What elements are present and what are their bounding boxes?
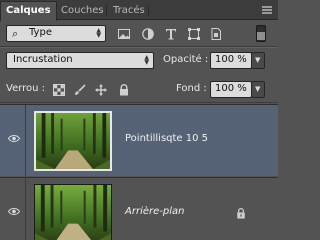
layer-thumbnail[interactable] <box>34 111 112 171</box>
visibility-toggle[interactable] <box>0 178 26 240</box>
eye-icon <box>8 135 20 142</box>
layer-row-selected[interactable]: Pointillisqte 10 5 <box>0 104 278 176</box>
tab-traces[interactable]: Tracés <box>108 2 150 20</box>
search-icon: ⌕ <box>12 27 19 40</box>
adjustment-filter-icon[interactable] <box>142 28 154 40</box>
text-filter-icon[interactable] <box>165 28 177 40</box>
smart-object-filter-icon[interactable] <box>210 28 222 40</box>
opacity-label: Opacité : <box>163 54 209 65</box>
divider <box>0 47 278 48</box>
forest-path-thumbnail-image <box>35 185 111 240</box>
tab-separator <box>148 5 149 16</box>
filter-toggle-switch[interactable] <box>256 25 266 42</box>
blend-mode-select[interactable]: Incrustation ▲ ▼ <box>6 52 154 69</box>
opacity-dropdown-button[interactable]: ▼ <box>251 52 265 69</box>
tab-separator <box>106 5 107 16</box>
opacity-value: 100 % <box>215 54 247 65</box>
panel-tab-bar: Calques Couches Tracés <box>0 0 278 21</box>
layer-filter-select[interactable]: ⌕ Type ▲ ▼ <box>6 25 106 42</box>
lock-transparent-pixels-icon[interactable] <box>53 84 65 96</box>
eye-icon <box>8 208 20 215</box>
fill-dropdown-button[interactable]: ▼ <box>251 81 265 98</box>
lock-all-icon[interactable] <box>118 84 130 96</box>
layer-row-background[interactable]: Arrière-plan <box>0 177 278 240</box>
tab-calques[interactable]: Calques <box>0 1 57 21</box>
layer-thumbnail[interactable] <box>34 184 112 240</box>
select-arrows-icon: ▲ ▼ <box>144 54 149 66</box>
layer-name[interactable]: Pointillisqte 10 5 <box>125 133 208 144</box>
lock-label: Verrou : <box>6 83 46 94</box>
fill-field[interactable]: 100 % <box>210 81 252 98</box>
chevron-down-icon: ▼ <box>255 85 261 93</box>
tab-couches[interactable]: Couches <box>56 2 109 20</box>
forest-path-thumbnail-image <box>36 113 110 169</box>
blend-mode-value: Incrustation <box>13 54 73 65</box>
shape-filter-icon[interactable] <box>188 28 200 40</box>
fill-value: 100 % <box>215 83 247 94</box>
layer-filter-value: Type <box>29 27 52 38</box>
lock-icon <box>237 208 245 219</box>
fill-label: Fond : <box>176 83 207 94</box>
chevron-down-icon: ▼ <box>255 56 261 64</box>
divider <box>0 102 278 103</box>
panel-menu-icon[interactable] <box>262 6 272 14</box>
lock-image-pixels-brush-icon[interactable] <box>74 84 86 96</box>
lock-position-move-icon[interactable] <box>95 84 107 96</box>
layer-name[interactable]: Arrière-plan <box>125 206 184 217</box>
image-filter-icon[interactable] <box>118 28 130 40</box>
opacity-field[interactable]: 100 % <box>210 52 252 69</box>
visibility-toggle[interactable] <box>0 105 26 176</box>
select-arrows-icon: ▲ ▼ <box>96 27 101 39</box>
